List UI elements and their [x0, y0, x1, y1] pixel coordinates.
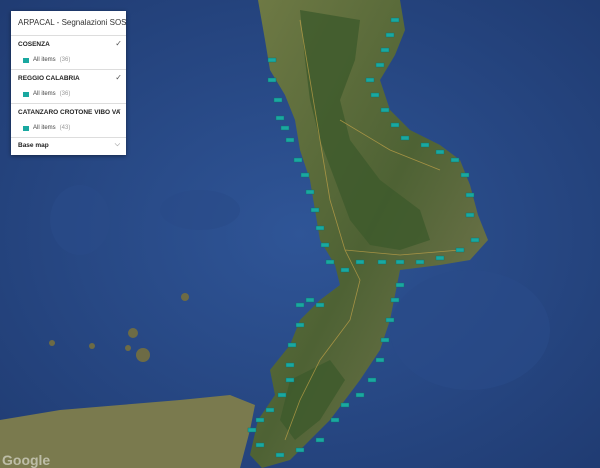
sos-marker[interactable] [295, 322, 305, 328]
sos-marker[interactable] [385, 32, 395, 38]
layer-catanzaro-crotone-vibo[interactable]: CATANZARO CROTONE VIBO VAL... ✓ All item… [11, 103, 126, 137]
sos-marker[interactable] [340, 402, 350, 408]
sos-marker[interactable] [390, 122, 400, 128]
sos-marker[interactable] [285, 377, 295, 383]
sos-marker[interactable] [285, 137, 295, 143]
sos-marker[interactable] [377, 259, 387, 265]
sos-marker[interactable] [367, 377, 377, 383]
sos-marker[interactable] [310, 207, 320, 213]
sos-marker[interactable] [395, 282, 405, 288]
sos-marker[interactable] [320, 242, 330, 248]
layers-panel: ARPACAL - Segnalazioni SOS ... COSENZA ✓… [11, 11, 126, 155]
sos-marker[interactable] [470, 237, 480, 243]
sos-marker[interactable] [255, 417, 265, 423]
sos-marker[interactable] [380, 107, 390, 113]
items-count: (43) [59, 125, 71, 131]
sos-marker[interactable] [315, 302, 325, 308]
sos-marker[interactable] [375, 357, 385, 363]
items-count: (36) [59, 57, 71, 63]
sos-marker[interactable] [385, 317, 395, 323]
check-icon[interactable]: ✓ [115, 107, 122, 116]
layer-reggio-calabria[interactable]: REGGIO CALABRIA ✓ All items (36) [11, 69, 126, 103]
sos-marker[interactable] [460, 172, 470, 178]
sos-marker[interactable] [273, 97, 283, 103]
layer-name: CATANZARO CROTONE VIBO VAL... [18, 109, 120, 116]
sos-marker[interactable] [293, 157, 303, 163]
sos-marker[interactable] [375, 62, 385, 68]
sos-marker[interactable] [415, 259, 425, 265]
layer-items[interactable]: All items (36) [23, 90, 120, 98]
sos-marker[interactable] [325, 259, 335, 265]
sos-marker[interactable] [390, 297, 400, 303]
sos-marker[interactable] [395, 259, 405, 265]
sos-marker[interactable] [255, 442, 265, 448]
sos-marker[interactable] [287, 342, 297, 348]
sos-marker[interactable] [455, 247, 465, 253]
google-logo: Google [2, 452, 51, 468]
sos-marker[interactable] [315, 437, 325, 443]
sos-marker[interactable] [277, 392, 287, 398]
sos-marker[interactable] [435, 149, 445, 155]
sos-marker[interactable] [295, 302, 305, 308]
sos-marker[interactable] [400, 135, 410, 141]
check-icon[interactable]: ✓ [115, 39, 122, 48]
check-icon[interactable]: ✓ [115, 73, 122, 82]
sos-marker[interactable] [305, 297, 315, 303]
layer-items[interactable]: All items (43) [23, 124, 120, 132]
sos-marker[interactable] [370, 92, 380, 98]
layer-name: REGGIO CALABRIA [18, 75, 80, 82]
map-title[interactable]: ARPACAL - Segnalazioni SOS ... [11, 11, 126, 35]
sos-marker[interactable] [247, 427, 257, 433]
sos-marker[interactable] [300, 172, 310, 178]
sos-marker[interactable] [267, 57, 277, 63]
sos-marker[interactable] [275, 115, 285, 121]
sos-marker[interactable] [420, 142, 430, 148]
sos-marker[interactable] [390, 17, 400, 23]
sos-marker[interactable] [285, 362, 295, 368]
sos-marker[interactable] [295, 447, 305, 453]
sos-marker[interactable] [355, 259, 365, 265]
sos-marker[interactable] [380, 337, 390, 343]
items-label: All items [33, 125, 56, 131]
sos-marker[interactable] [315, 225, 325, 231]
sos-marker[interactable] [280, 125, 290, 131]
basemap-toggle[interactable]: Base map ⌵ [11, 137, 126, 155]
sos-marker[interactable] [267, 77, 277, 83]
sos-marker[interactable] [450, 157, 460, 163]
sos-marker[interactable] [465, 192, 475, 198]
sos-marker[interactable] [465, 212, 475, 218]
sos-marker[interactable] [380, 47, 390, 53]
items-label: All items [33, 57, 56, 63]
sos-marker[interactable] [305, 189, 315, 195]
sos-marker[interactable] [265, 407, 275, 413]
sos-marker[interactable] [275, 452, 285, 458]
basemap-label: Base map [18, 142, 49, 149]
sos-marker[interactable] [435, 255, 445, 261]
chevron-down-icon: ⌵ [114, 141, 120, 148]
sos-marker[interactable] [330, 417, 340, 423]
items-label: All items [33, 91, 56, 97]
sos-marker[interactable] [340, 267, 350, 273]
legend-swatch-icon [23, 91, 29, 97]
items-count: (36) [59, 91, 71, 97]
legend-swatch-icon [23, 125, 29, 131]
layer-items[interactable]: All items (36) [23, 56, 120, 64]
layer-name: COSENZA [18, 41, 50, 48]
sos-marker[interactable] [355, 392, 365, 398]
layer-cosenza[interactable]: COSENZA ✓ All items (36) [11, 35, 126, 69]
legend-swatch-icon [23, 57, 29, 63]
sos-marker[interactable] [365, 77, 375, 83]
